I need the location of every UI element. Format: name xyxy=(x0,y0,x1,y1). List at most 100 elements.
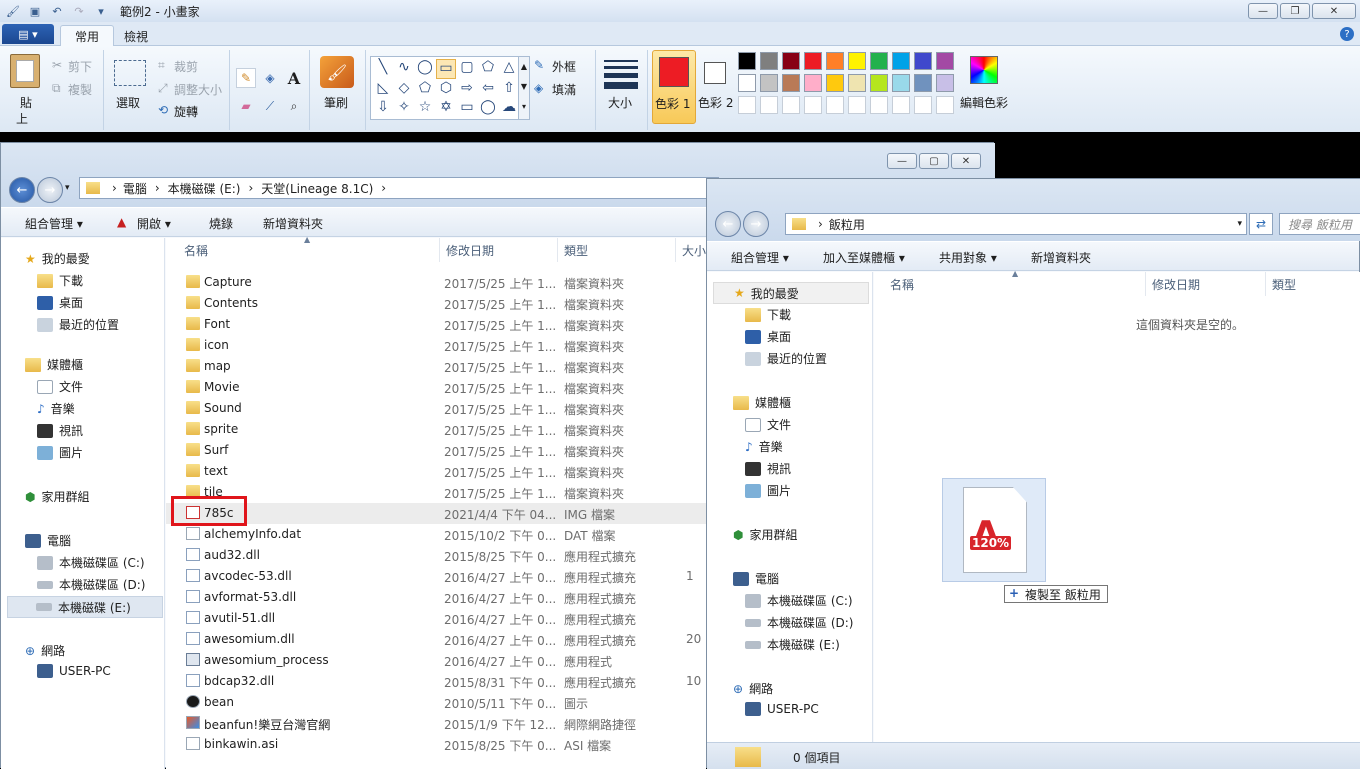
rectangle-icon[interactable]: ▭ xyxy=(436,59,456,79)
palette-swatch[interactable] xyxy=(760,74,778,92)
palette-swatch[interactable] xyxy=(760,52,778,70)
custom-color-slot[interactable] xyxy=(738,96,756,114)
ex2-organize-button[interactable]: 組合管理 ▾ xyxy=(731,249,789,266)
file-row[interactable]: avcodec-53.dll 2016/4/27 上午 0... 應用程式擴充 1 xyxy=(166,566,706,587)
file-row[interactable]: binkawin.asi 2015/8/25 下午 0... ASI 檔案 xyxy=(166,734,706,755)
ex2-nav-music[interactable]: ♪ 音樂 xyxy=(745,438,783,455)
fill-icon[interactable]: ◈ xyxy=(260,68,280,88)
paste-label[interactable]: 貼 xyxy=(20,94,32,111)
custom-color-slot[interactable] xyxy=(760,96,778,114)
explorer1-close-button[interactable]: ✕ xyxy=(951,153,981,169)
star5-icon[interactable]: ☆ xyxy=(415,99,435,117)
ex2-forward-icon[interactable]: → xyxy=(743,211,769,237)
nav-homegroup[interactable]: ⬢ 家用群組 xyxy=(25,488,90,505)
add-to-library-button[interactable]: 加入至媒體櫃 ▾ xyxy=(823,249,905,266)
callout-rect-icon[interactable]: ▭ xyxy=(457,99,477,117)
size-icon[interactable] xyxy=(604,60,638,89)
file-row[interactable]: awesomium_process 2016/4/27 上午 0... 應用程式 xyxy=(166,650,706,671)
resize-button[interactable]: 調整大小 xyxy=(174,81,222,98)
palette-swatch[interactable] xyxy=(804,74,822,92)
palette-swatch[interactable] xyxy=(892,74,910,92)
close-button[interactable]: ✕ xyxy=(1312,3,1356,19)
color-picker-icon[interactable]: ⟋ xyxy=(260,96,280,116)
file-row[interactable]: aud32.dll 2015/8/25 下午 0... 應用程式擴充 xyxy=(166,545,706,566)
palette-swatch[interactable] xyxy=(738,74,756,92)
file-row[interactable]: bdcap32.dll 2015/8/31 下午 0... 應用程式擴充 10 xyxy=(166,671,706,692)
ex2-nav-documents[interactable]: 文件 xyxy=(745,416,791,433)
explorer2-address-bar[interactable]: › 飯粒用 ▾ xyxy=(785,213,1247,235)
arrow-up-icon[interactable]: ⇧ xyxy=(499,80,519,98)
palette-swatch[interactable] xyxy=(936,52,954,70)
shapes-scroll[interactable]: ▲ ▼ ▾ xyxy=(518,56,530,120)
new-folder-button[interactable]: 新增資料夾 xyxy=(263,215,323,232)
brush-button[interactable]: 筆刷 xyxy=(324,94,348,111)
ex2-nav-user-pc[interactable]: USER-PC xyxy=(745,702,819,716)
burn-button[interactable]: 燒錄 xyxy=(209,215,233,232)
line-icon[interactable]: ╲ xyxy=(373,59,393,79)
file-row[interactable]: awesomium.dll 2016/4/27 上午 0... 應用程式擴充 20 xyxy=(166,629,706,650)
rotate-icon[interactable]: ⟲ xyxy=(158,103,168,117)
column-type[interactable]: 類型 xyxy=(558,238,676,262)
nav-user-pc[interactable]: USER-PC xyxy=(37,664,111,678)
redo-icon[interactable]: ↷ xyxy=(70,3,88,19)
nav-favorites[interactable]: ★ 我的最愛 xyxy=(25,250,90,267)
nav-drive-c[interactable]: 本機磁碟區 (C:) xyxy=(37,554,145,571)
palette-swatch[interactable] xyxy=(804,52,822,70)
ex2-nav-drive-d[interactable]: 本機磁碟區 (D:) xyxy=(745,614,853,631)
polygon-icon[interactable]: ⬠ xyxy=(478,59,498,79)
nav-downloads[interactable]: 下載 xyxy=(37,272,83,289)
custom-color-slot[interactable] xyxy=(848,96,866,114)
custom-color-slot[interactable] xyxy=(804,96,822,114)
ex2-column-type[interactable]: 類型 xyxy=(1266,272,1360,296)
eraser-icon[interactable]: ▰ xyxy=(236,96,256,116)
outline-button[interactable]: 外框 xyxy=(552,58,576,75)
nav-videos[interactable]: 視訊 xyxy=(37,422,83,439)
nav-recent[interactable]: 最近的位置 xyxy=(37,316,119,333)
breadcrumb-target[interactable]: 飯粒用 xyxy=(829,216,865,233)
nav-drive-d[interactable]: 本機磁碟區 (D:) xyxy=(37,576,145,593)
brush-icon[interactable]: 🖌 xyxy=(320,56,354,88)
back-icon[interactable]: ← xyxy=(9,177,35,203)
tab-home[interactable]: 常用 xyxy=(60,25,115,47)
oval-icon[interactable]: ◯ xyxy=(415,59,435,79)
open-button[interactable]: 開啟 ▾ xyxy=(137,215,171,232)
triangle-icon[interactable]: △ xyxy=(499,59,519,79)
ex2-nav-pictures[interactable]: 圖片 xyxy=(745,482,791,499)
custom-color-slot[interactable] xyxy=(870,96,888,114)
resize-icon[interactable]: ⤢ xyxy=(158,81,168,96)
custom-color-slot[interactable] xyxy=(936,96,954,114)
palette-swatch[interactable] xyxy=(782,52,800,70)
explorer1-minimize-button[interactable]: — xyxy=(887,153,917,169)
ex2-column-date[interactable]: 修改日期 xyxy=(1146,272,1266,296)
nav-desktop[interactable]: 桌面 xyxy=(37,294,83,311)
paste-icon[interactable] xyxy=(10,54,40,88)
select-button[interactable]: 選取 xyxy=(116,94,140,111)
customize-quick-access-icon[interactable]: ▾ xyxy=(92,3,110,19)
palette-swatch[interactable] xyxy=(936,74,954,92)
ex2-nav-recent[interactable]: 最近的位置 xyxy=(745,350,827,367)
ex2-back-icon[interactable]: ← xyxy=(715,211,741,237)
undo-icon[interactable]: ↶ xyxy=(48,3,66,19)
file-row[interactable]: Sound 2017/5/25 上午 1... 檔案資料夾 xyxy=(166,398,706,419)
hexagon-icon[interactable]: ⬡ xyxy=(436,80,456,98)
palette-swatch[interactable] xyxy=(914,74,932,92)
diamond-icon[interactable]: ◇ xyxy=(394,80,414,98)
file-row[interactable]: text 2017/5/25 上午 1... 檔案資料夾 xyxy=(166,461,706,482)
ex2-nav-drive-c[interactable]: 本機磁碟區 (C:) xyxy=(745,592,853,609)
arrow-right-icon[interactable]: ⇨ xyxy=(457,80,477,98)
palette-swatch[interactable] xyxy=(848,52,866,70)
explorer1-address-bar[interactable]: › 電腦 › 本機磁碟 (E:) › 天堂(Lineage 8.1C) › xyxy=(79,177,719,199)
file-row[interactable]: tile 2017/5/25 上午 1... 檔案資料夾 xyxy=(166,482,706,503)
ex2-nav-downloads[interactable]: 下載 xyxy=(745,306,791,323)
star4-icon[interactable]: ✧ xyxy=(394,99,414,117)
arrow-left-icon[interactable]: ⇦ xyxy=(478,80,498,98)
restore-button[interactable]: ❐ xyxy=(1280,3,1310,19)
copy-icon[interactable]: ⧉ xyxy=(52,81,61,96)
cut-button[interactable]: 剪下 xyxy=(68,58,92,75)
nav-documents[interactable]: 文件 xyxy=(37,378,83,395)
file-row[interactable]: Movie 2017/5/25 上午 1... 檔案資料夾 xyxy=(166,377,706,398)
file-row[interactable]: alchemyInfo.dat 2015/10/2 下午 0... DAT 檔案 xyxy=(166,524,706,545)
file-row[interactable]: Font 2017/5/25 上午 1... 檔案資料夾 xyxy=(166,314,706,335)
pentagon-icon[interactable]: ⬠ xyxy=(415,80,435,98)
organize-button[interactable]: 組合管理 ▾ xyxy=(25,215,83,232)
